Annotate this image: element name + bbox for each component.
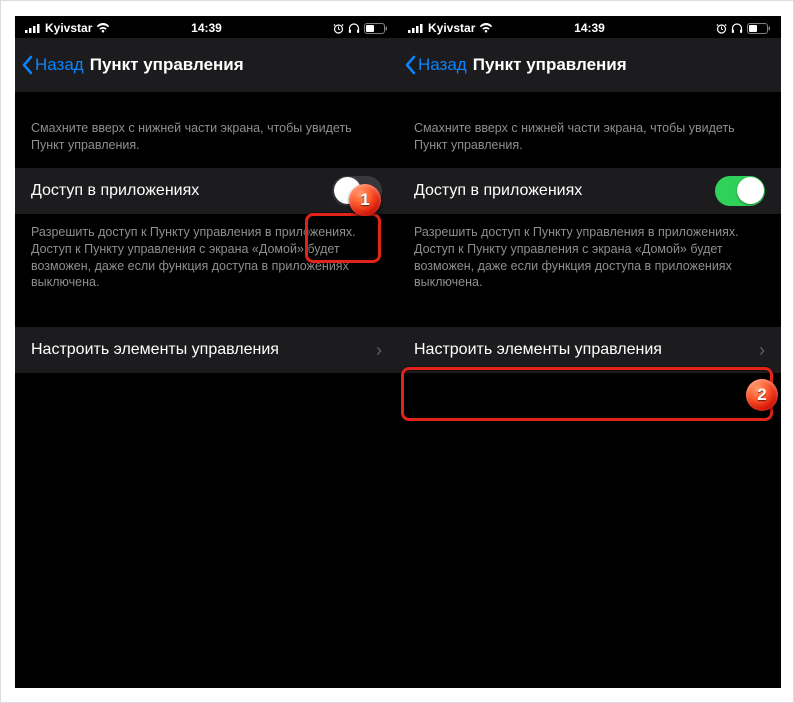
- chevron-right-icon: ›: [376, 340, 382, 361]
- status-bar: Kyivstar 14:39: [15, 16, 398, 38]
- back-button[interactable]: Назад: [404, 55, 467, 75]
- access-label: Доступ в приложениях: [31, 182, 199, 200]
- alarm-icon: [333, 23, 344, 34]
- battery-icon: [747, 23, 771, 34]
- customize-row[interactable]: Настроить элементы управления ›: [15, 327, 398, 373]
- battery-icon: [364, 23, 388, 34]
- access-footer: Разрешить доступ к Пункту управления в п…: [15, 224, 398, 292]
- nav-bar: Назад Пункт управления: [15, 38, 398, 92]
- headphones-icon: [348, 23, 360, 34]
- back-label: Назад: [418, 55, 467, 75]
- status-time: 14:39: [574, 21, 605, 35]
- carrier-label: Kyivstar: [45, 21, 92, 35]
- signal-icon: [25, 23, 41, 33]
- left-screenshot: Kyivstar 14:39 Назад Пункт управления См…: [15, 16, 398, 688]
- toggle-knob: [737, 177, 764, 204]
- toggle-knob: [334, 177, 361, 204]
- hint-text: Смахните вверх с нижней части экрана, чт…: [15, 120, 398, 154]
- back-button[interactable]: Назад: [21, 55, 84, 75]
- access-toggle[interactable]: [715, 176, 765, 206]
- back-label: Назад: [35, 55, 84, 75]
- alarm-icon: [716, 23, 727, 34]
- access-label: Доступ в приложениях: [414, 182, 582, 200]
- headphones-icon: [731, 23, 743, 34]
- customize-label: Настроить элементы управления: [414, 341, 662, 359]
- customize-row[interactable]: Настроить элементы управления ›: [398, 327, 781, 373]
- page-title: Пункт управления: [473, 55, 627, 75]
- wifi-icon: [479, 23, 493, 33]
- carrier-label: Kyivstar: [428, 21, 475, 35]
- right-screenshot: Kyivstar 14:39 Назад Пункт управления См…: [398, 16, 781, 688]
- customize-label: Настроить элементы управления: [31, 341, 279, 359]
- access-toggle[interactable]: [332, 176, 382, 206]
- chevron-left-icon: [21, 55, 33, 75]
- wifi-icon: [96, 23, 110, 33]
- access-in-apps-row: Доступ в приложениях: [398, 168, 781, 214]
- nav-bar: Назад Пункт управления: [398, 38, 781, 92]
- access-footer: Разрешить доступ к Пункту управления в п…: [398, 224, 781, 292]
- status-bar: Kyivstar 14:39: [398, 16, 781, 38]
- hint-text: Смахните вверх с нижней части экрана, чт…: [398, 120, 781, 154]
- chevron-right-icon: ›: [759, 340, 765, 361]
- access-in-apps-row: Доступ в приложениях: [15, 168, 398, 214]
- status-time: 14:39: [191, 21, 222, 35]
- page-title: Пункт управления: [90, 55, 244, 75]
- signal-icon: [408, 23, 424, 33]
- chevron-left-icon: [404, 55, 416, 75]
